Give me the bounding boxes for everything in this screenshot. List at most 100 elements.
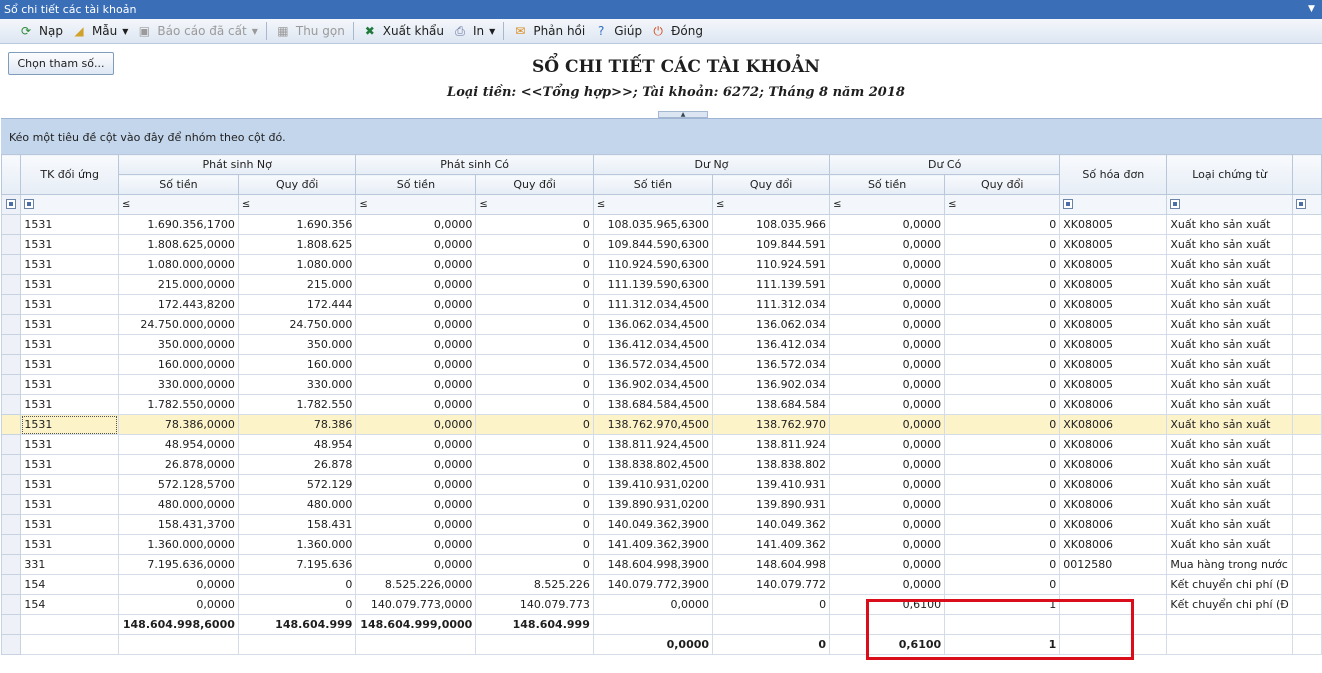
cell-du-co-so-tien[interactable]: 0,0000	[829, 394, 946, 415]
print-button[interactable]: ⎙ In ▼	[448, 21, 499, 41]
col-header-tk-doi-ung[interactable]: TK đối ứng	[20, 154, 119, 195]
cell-du-co-so-tien[interactable]: 0,0000	[829, 354, 946, 375]
feedback-button[interactable]: ✉ Phản hồi	[508, 21, 589, 41]
cell-du-no-quy-doi[interactable]: 0	[712, 594, 831, 615]
cell-du-no-quy-doi[interactable]: 111.312.034	[712, 294, 831, 315]
cell-so-hoa-don[interactable]: XK08006	[1059, 474, 1168, 495]
cell-ps-co-so-tien[interactable]: 0,0000	[355, 554, 477, 575]
cell-ps-no-quy-doi[interactable]: 1.782.550	[237, 394, 357, 415]
cell-ps-no-quy-doi[interactable]: 350.000	[237, 334, 357, 355]
cell-tk-doi-ung[interactable]: 1531	[20, 514, 119, 535]
export-button[interactable]: ✖ Xuất khẩu	[358, 21, 448, 41]
cell-ps-co-so-tien[interactable]: 0,0000	[355, 474, 477, 495]
cell-du-co-so-tien[interactable]: 0,0000	[829, 554, 946, 575]
cell-du-co-quy-doi[interactable]: 0	[944, 554, 1061, 575]
cell-ps-co-quy-doi[interactable]: 0	[475, 394, 594, 415]
cell-ps-no-so-tien[interactable]: 48.954,0000	[117, 434, 239, 455]
cell-ps-no-so-tien[interactable]: 0,0000	[117, 574, 239, 595]
chevron-down-icon[interactable]: ▼	[122, 27, 128, 36]
cell-ps-no-quy-doi[interactable]: 1.808.625	[237, 234, 357, 255]
table-row[interactable]: 1531 480.000,0000 480.000 0,0000 0 139.890.93…	[1, 494, 1322, 515]
cell-tk-doi-ung[interactable]	[20, 614, 119, 635]
cell-du-co-so-tien[interactable]: 0,0000	[829, 334, 946, 355]
row-indicator[interactable]	[1, 614, 22, 635]
table-row[interactable]: 1531 330.000,0000 330.000 0,0000 0 136.902.03…	[1, 374, 1322, 395]
row-indicator[interactable]	[1, 334, 22, 355]
filter-cell-du-no-so-tien[interactable]: ≤	[592, 194, 714, 215]
cell-du-co-so-tien[interactable]: 0,0000	[829, 294, 946, 315]
chevron-down-icon[interactable]: ▼	[489, 27, 495, 36]
header-collapse-splitter[interactable]: ▲	[658, 111, 708, 118]
cell-ps-co-so-tien[interactable]: 0,0000	[355, 414, 477, 435]
cell-du-no-quy-doi[interactable]: 111.139.591	[712, 274, 831, 295]
cell-extra[interactable]	[1291, 574, 1322, 595]
cell-ps-no-so-tien[interactable]: 158.431,3700	[117, 514, 239, 535]
cell-so-hoa-don[interactable]: XK08005	[1059, 354, 1168, 375]
cell-ps-no-so-tien[interactable]: 26.878,0000	[117, 454, 239, 475]
table-row[interactable]: 1531 172.443,8200 172.444 0,0000 0 111.312.03…	[1, 294, 1322, 315]
table-row[interactable]: 1531 350.000,0000 350.000 0,0000 0 136.412.03…	[1, 334, 1322, 355]
cell-ps-no-quy-doi[interactable]: 1.080.000	[237, 254, 357, 275]
cell-ps-co-quy-doi[interactable]: 0	[475, 274, 594, 295]
row-indicator[interactable]	[1, 254, 22, 275]
cell-so-hoa-don[interactable]: XK08005	[1059, 374, 1168, 395]
row-indicator[interactable]	[1, 374, 22, 395]
cell-so-hoa-don[interactable]: XK08005	[1059, 234, 1168, 255]
row-indicator[interactable]	[1, 274, 22, 295]
filter-operator[interactable]: ≤	[122, 199, 136, 210]
cell-du-no-quy-doi[interactable]: 141.409.362	[712, 534, 831, 555]
filter-operator[interactable]: ≤	[833, 199, 847, 210]
cell-ps-co-so-tien[interactable]: 0,0000	[355, 294, 477, 315]
cell-du-no-so-tien[interactable]: 110.924.590,6300	[592, 254, 714, 275]
cell-ps-co-quy-doi[interactable]: 0	[475, 534, 594, 555]
cell-ps-no-so-tien[interactable]: 330.000,0000	[117, 374, 239, 395]
cell-ps-no-so-tien[interactable]: 215.000,0000	[117, 274, 239, 295]
cell-ps-co-quy-doi[interactable]: 0	[475, 294, 594, 315]
band-header-ps-co[interactable]: Phát sinh Có	[355, 154, 594, 175]
cell-ps-co-quy-doi[interactable]: 0	[475, 334, 594, 355]
row-indicator[interactable]	[1, 574, 22, 595]
cell-ps-co-so-tien[interactable]: 0,0000	[355, 214, 477, 235]
cell-loai-chung-tu[interactable]: Xuất kho sản xuất	[1166, 274, 1293, 295]
filter-cell-ps-co-quy-doi[interactable]: ≤	[475, 194, 594, 215]
cell-so-hoa-don[interactable]: XK08006	[1059, 514, 1168, 535]
cell-extra[interactable]	[1291, 434, 1322, 455]
cell-ps-no-quy-doi[interactable]: 572.129	[237, 474, 357, 495]
cell-du-co-quy-doi[interactable]: 0	[944, 214, 1061, 235]
group-by-panel[interactable]: Kéo một tiêu đề cột vào đây để nhóm theo…	[1, 118, 1322, 154]
cell-du-co-so-tien[interactable]: 0,0000	[829, 494, 946, 515]
cell-loai-chung-tu[interactable]: Xuất kho sản xuất	[1166, 454, 1293, 475]
filter-checkbox-icon[interactable]	[1170, 199, 1181, 209]
table-row[interactable]: 1531 160.000,0000 160.000 0,0000 0 136.572.03…	[1, 354, 1322, 375]
cell-ps-no-so-tien[interactable]: 1.782.550,0000	[117, 394, 239, 415]
cell-du-no-quy-doi[interactable]: 139.410.931	[712, 474, 831, 495]
table-row[interactable]: 331 7.195.636,0000 7.195.636 0,0000 0 148.604…	[1, 554, 1322, 575]
cell-so-hoa-don[interactable]: XK08006	[1059, 394, 1168, 415]
cell-ps-no-quy-doi[interactable]: 0	[237, 594, 357, 615]
cell-ps-co-quy-doi[interactable]	[475, 634, 594, 655]
table-row[interactable]: 1531 572.128,5700 572.129 0,0000 0 139.410.93…	[1, 474, 1322, 495]
cell-extra[interactable]	[1291, 354, 1322, 375]
cell-extra[interactable]	[1291, 314, 1322, 335]
cell-so-hoa-don[interactable]: XK08005	[1059, 214, 1168, 235]
cell-extra[interactable]	[1291, 294, 1322, 315]
cell-loai-chung-tu[interactable]	[1166, 614, 1293, 635]
cell-loai-chung-tu[interactable]: Xuất kho sản xuất	[1166, 314, 1293, 335]
filter-checkbox-icon[interactable]	[1295, 199, 1306, 209]
cell-extra[interactable]	[1291, 374, 1322, 395]
row-indicator[interactable]	[1, 314, 22, 335]
collapse-button[interactable]: ▦ Thu gọn	[271, 21, 349, 41]
cell-ps-co-quy-doi[interactable]: 0	[475, 414, 594, 435]
cell-extra[interactable]	[1291, 474, 1322, 495]
col-header-ps-co-so-tien[interactable]: Số tiền	[355, 174, 477, 195]
chevron-down-icon[interactable]: ▼	[252, 27, 258, 36]
cell-loai-chung-tu[interactable]: Xuất kho sản xuất	[1166, 414, 1293, 435]
cell-du-no-quy-doi[interactable]: 139.890.931	[712, 494, 831, 515]
cell-tk-doi-ung[interactable]: 154	[20, 594, 119, 615]
cell-ps-no-so-tien[interactable]: 572.128,5700	[117, 474, 239, 495]
cell-ps-co-quy-doi[interactable]: 0	[475, 254, 594, 275]
cell-du-co-quy-doi[interactable]: 0	[944, 274, 1061, 295]
cell-so-hoa-don[interactable]: 0012580	[1059, 554, 1168, 575]
cell-du-co-quy-doi[interactable]: 0	[944, 494, 1061, 515]
col-header-ps-no-quy-doi[interactable]: Quy đổi	[237, 174, 357, 195]
